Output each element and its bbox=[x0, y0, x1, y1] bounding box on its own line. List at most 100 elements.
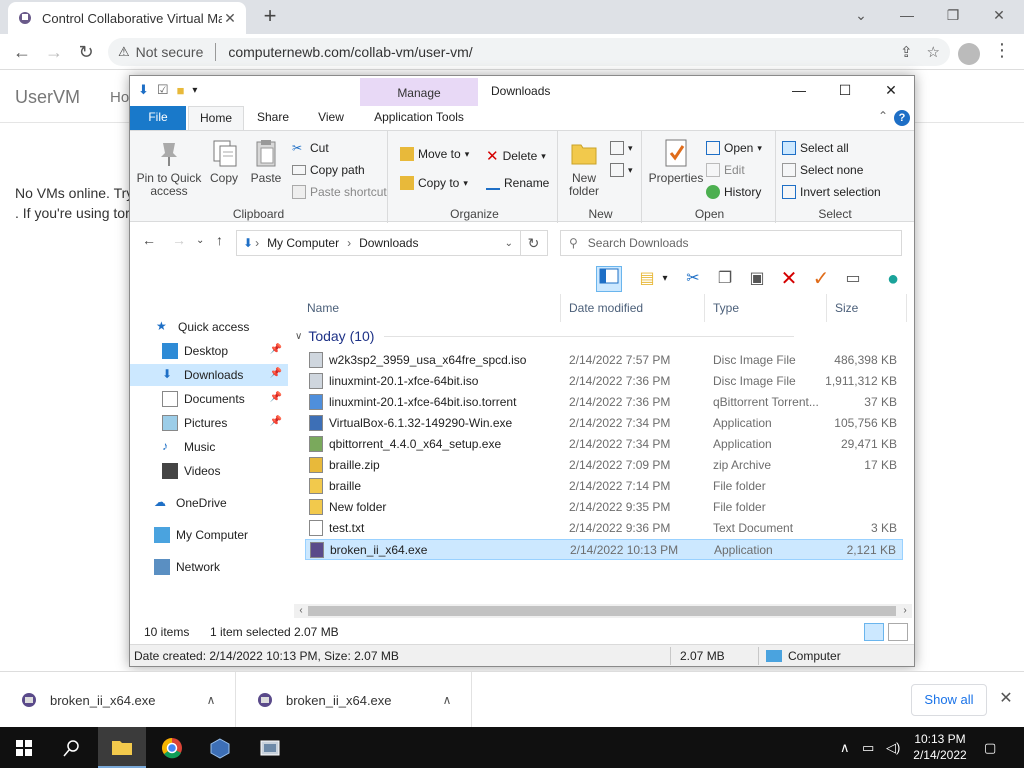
share-icon[interactable]: ⇪ bbox=[900, 43, 913, 61]
tab-close-icon[interactable]: ✕ bbox=[222, 10, 238, 27]
scroll-right-icon[interactable]: › bbox=[898, 604, 912, 618]
nav-music[interactable]: ♪ Music bbox=[130, 436, 288, 458]
nav-my-computer[interactable]: My Computer bbox=[130, 524, 288, 546]
down-arrow-icon[interactable]: ⬇ bbox=[138, 82, 149, 98]
scrollbar-thumb[interactable] bbox=[308, 606, 896, 616]
select-none-button[interactable]: Select none bbox=[782, 163, 863, 177]
tab-share[interactable]: Share bbox=[250, 106, 296, 130]
delete-button[interactable]: ✕ Delete ▾ bbox=[486, 147, 546, 165]
browser-minimize-button[interactable]: — bbox=[884, 0, 930, 30]
explorer-back-icon[interactable]: ← bbox=[142, 232, 156, 248]
invert-selection-button[interactable]: Invert selection bbox=[782, 185, 881, 199]
globe-icon[interactable]: ● bbox=[880, 266, 906, 292]
start-windows-icon[interactable] bbox=[0, 727, 48, 768]
address-bar[interactable]: ⚠ Not secure computernewb.com/collab-vm/… bbox=[108, 38, 950, 66]
volume-icon[interactable]: ◁) bbox=[886, 727, 900, 768]
rename-toolbar-icon[interactable]: ▭ bbox=[840, 266, 866, 292]
nav-documents[interactable]: Documents 📌 bbox=[130, 388, 288, 410]
column-header-size[interactable]: Size bbox=[827, 294, 907, 322]
download-menu-chevron-icon[interactable]: ∧ bbox=[199, 693, 223, 707]
recent-locations-icon[interactable]: ⌄ bbox=[196, 235, 204, 246]
download-bar-close-icon[interactable]: ✕ bbox=[996, 688, 1016, 708]
file-explorer-taskbar-icon[interactable] bbox=[98, 727, 146, 768]
nav-onedrive[interactable]: ☁ OneDrive bbox=[130, 492, 288, 514]
group-header-today[interactable]: ∨ Today (10) bbox=[295, 328, 795, 344]
paste-button[interactable]: Paste bbox=[246, 137, 286, 185]
chrome-taskbar-icon[interactable] bbox=[148, 727, 196, 768]
kebab-menu-icon[interactable]: ⋮ bbox=[992, 40, 1012, 61]
browser-restore-button[interactable]: ❐ bbox=[930, 0, 976, 30]
paste-toolbar-icon[interactable]: ▣ bbox=[744, 266, 770, 292]
browser-tab-search-icon[interactable]: ⌄ bbox=[838, 0, 884, 30]
tab-view[interactable]: View bbox=[308, 106, 354, 130]
file-row[interactable]: New folder 2/14/2022 9:35 PM File folder bbox=[305, 497, 903, 518]
new-item-button[interactable]: ▾ bbox=[610, 141, 633, 155]
breadcrumb-chevron-icon[interactable]: › bbox=[347, 236, 351, 250]
explorer-maximize-button[interactable]: ☐ bbox=[822, 76, 868, 104]
address-dropdown-icon[interactable]: ⌄ bbox=[505, 238, 513, 249]
explorer-forward-icon[interactable]: → bbox=[172, 232, 186, 248]
paste-shortcut-button[interactable]: Paste shortcut bbox=[292, 185, 387, 199]
cut-button[interactable]: ✂ Cut bbox=[292, 141, 329, 155]
layout-icon[interactable]: ▤ bbox=[634, 266, 660, 292]
refresh-icon[interactable]: ↻ bbox=[520, 230, 546, 256]
site-brand[interactable]: UserVM bbox=[15, 87, 80, 108]
file-row[interactable]: braille 2/14/2022 7:14 PM File folder bbox=[305, 476, 903, 497]
breadcrumb-chevron-icon[interactable]: › bbox=[255, 236, 259, 250]
warning-triangle-icon[interactable]: ⚠ bbox=[118, 44, 130, 60]
details-view-icon[interactable] bbox=[864, 623, 884, 641]
browser-close-button[interactable]: ✕ bbox=[976, 0, 1022, 30]
easy-access-button[interactable]: ▾ bbox=[610, 163, 633, 177]
forward-arrow-icon[interactable]: → bbox=[42, 40, 66, 64]
ribbon-collapse-icon[interactable]: ⌃ bbox=[878, 109, 888, 123]
bookmark-star-icon[interactable]: ☆ bbox=[927, 43, 940, 61]
browser-tab[interactable]: Control Collaborative Virtual Ma ✕ bbox=[8, 2, 246, 34]
tab-file[interactable]: File bbox=[130, 106, 186, 130]
nav-pictures[interactable]: Pictures 📌 bbox=[130, 412, 288, 434]
folder-qat-icon[interactable]: ■ bbox=[177, 83, 185, 98]
select-all-button[interactable]: Select all bbox=[782, 141, 849, 155]
file-row[interactable]: w2k3sp2_3959_usa_x64fre_spcd.iso 2/14/202… bbox=[305, 350, 903, 371]
show-hidden-icons-chevron-icon[interactable]: ∧ bbox=[840, 727, 850, 768]
file-row[interactable]: braille.zip 2/14/2022 7:09 PM zip Archive 1… bbox=[305, 455, 903, 476]
help-icon[interactable]: ? bbox=[894, 110, 910, 126]
column-header-name[interactable]: Name bbox=[299, 294, 561, 322]
file-row[interactable]: linuxmint-20.1-xfce-64bit.iso 2/14/2022 7… bbox=[305, 371, 903, 392]
file-row[interactable]: linuxmint-20.1-xfce-64bit.iso.torrent 2/1… bbox=[305, 392, 903, 413]
group-collapse-chevron-icon[interactable]: ∨ bbox=[295, 331, 302, 342]
file-row[interactable]: qbittorrent_4.4.0_x64_setup.exe 2/14/2022… bbox=[305, 434, 903, 455]
file-row[interactable]: broken_ii_x64.exe 2/14/2022 10:13 PM Appli… bbox=[305, 539, 903, 560]
qat-dropdown-icon[interactable]: ▾ bbox=[192, 85, 197, 96]
tab-application-tools[interactable]: Application Tools bbox=[360, 106, 478, 130]
breadcrumb-downloads[interactable]: Downloads bbox=[359, 236, 418, 250]
open-button[interactable]: Open ▾ bbox=[706, 141, 762, 155]
nav-videos[interactable]: Videos bbox=[130, 460, 288, 482]
download-item[interactable]: broken_ii_x64.exe ∧ bbox=[236, 672, 472, 728]
horizontal-scrollbar[interactable]: ‹ › bbox=[294, 604, 912, 618]
taskbar-clock[interactable]: 10:13 PM 2/14/2022 bbox=[910, 731, 970, 763]
copy-button[interactable]: Copy bbox=[206, 137, 242, 185]
explorer-minimize-button[interactable]: — bbox=[776, 76, 822, 104]
history-button[interactable]: History bbox=[706, 185, 761, 199]
properties-toolbar-icon[interactable]: ✓ bbox=[808, 266, 834, 292]
profile-avatar-icon[interactable] bbox=[958, 43, 980, 65]
up-arrow-icon[interactable]: ↑ bbox=[216, 232, 223, 248]
tab-home[interactable]: Home bbox=[188, 106, 244, 130]
back-arrow-icon[interactable]: ← bbox=[10, 40, 34, 64]
nav-quick-access[interactable]: ★ Quick access bbox=[130, 316, 288, 338]
site-nav-home[interactable]: Ho bbox=[110, 89, 129, 106]
show-all-button[interactable]: Show all bbox=[911, 684, 987, 716]
cut-toolbar-icon[interactable]: ✂ bbox=[680, 266, 706, 292]
scroll-left-icon[interactable]: ‹ bbox=[294, 604, 308, 618]
column-header-date[interactable]: Date modified bbox=[561, 294, 705, 322]
column-header-type[interactable]: Type bbox=[705, 294, 827, 322]
file-row[interactable]: VirtualBox-6.1.32-149290-Win.exe 2/14/202… bbox=[305, 413, 903, 434]
reload-icon[interactable]: ↻ bbox=[74, 40, 98, 64]
download-item[interactable]: broken_ii_x64.exe ∧ bbox=[0, 672, 236, 728]
properties-button[interactable]: Properties bbox=[648, 137, 704, 185]
file-row[interactable]: test.txt 2/14/2022 9:36 PM Text Document 3 … bbox=[305, 518, 903, 539]
new-tab-button[interactable]: + bbox=[258, 4, 282, 28]
preview-pane-icon[interactable] bbox=[596, 266, 622, 292]
app-taskbar-icon[interactable] bbox=[246, 727, 294, 768]
url-text[interactable]: computernewb.com/collab-vm/user-vm/ bbox=[228, 44, 886, 60]
